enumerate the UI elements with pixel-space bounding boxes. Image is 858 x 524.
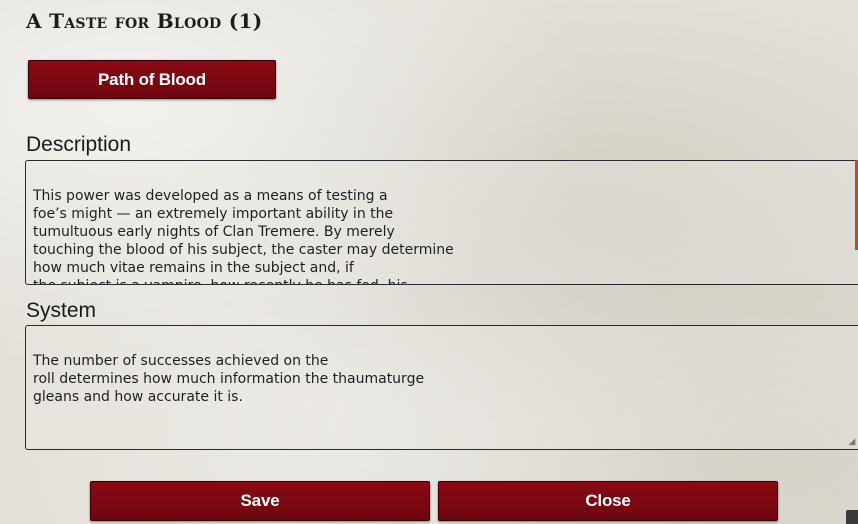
- system-label: System: [26, 299, 97, 322]
- dialog-title: A Taste for Blood (1): [26, 9, 263, 33]
- system-textarea[interactable]: The number of successes achieved on the …: [25, 325, 858, 450]
- resize-handle-icon[interactable]: ◢: [847, 437, 857, 447]
- save-button[interactable]: Save: [90, 481, 430, 521]
- system-text: The number of successes achieved on the …: [33, 353, 425, 405]
- description-text: This power was developed as a means of t…: [33, 188, 454, 284]
- path-of-blood-button[interactable]: Path of Blood: [28, 60, 276, 99]
- description-label: Description: [26, 133, 132, 156]
- close-button[interactable]: Close: [438, 481, 778, 521]
- corner-widget-icon: [846, 510, 858, 524]
- description-textarea[interactable]: This power was developed as a means of t…: [25, 160, 858, 285]
